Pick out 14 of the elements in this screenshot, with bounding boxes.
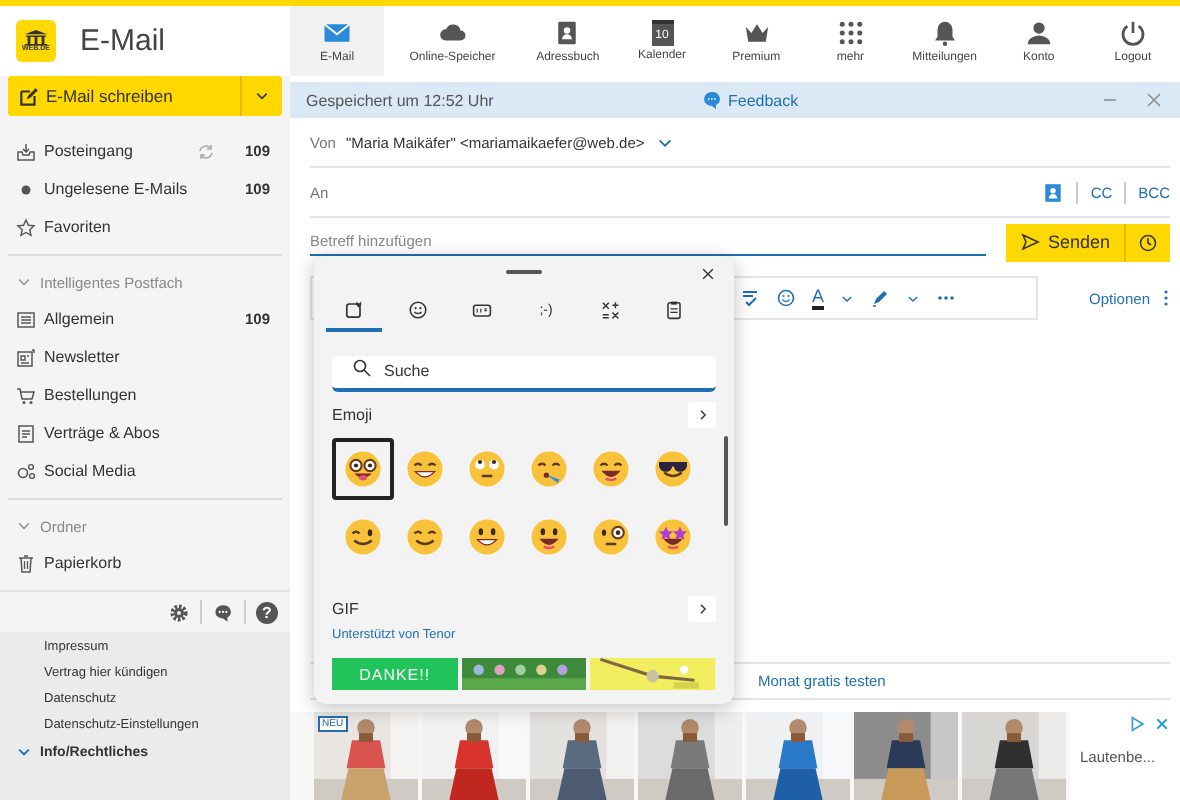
- app-title: E-Mail: [80, 24, 166, 58]
- section-title: GIF: [332, 599, 359, 617]
- folder-item[interactable]: Social Media: [0, 452, 290, 490]
- feedback-link[interactable]: Feedback: [702, 90, 1100, 110]
- folder-item[interactable]: Favoriten: [0, 208, 290, 246]
- section-title: Emoji: [332, 405, 373, 423]
- search-field[interactable]: Suche: [332, 355, 716, 391]
- help-icon[interactable]: ?: [256, 601, 278, 623]
- send-button[interactable]: Senden: [1005, 223, 1126, 261]
- folder-item[interactable]: Bestellungen: [0, 376, 290, 414]
- folder-item[interactable]: Papierkorb: [0, 544, 290, 582]
- saved-status: Gespeichert um 12:52 Uhr: [306, 91, 496, 109]
- folder-item[interactable]: Newsletter: [0, 338, 290, 376]
- folder-item[interactable]: Verträge & Abos: [0, 414, 290, 452]
